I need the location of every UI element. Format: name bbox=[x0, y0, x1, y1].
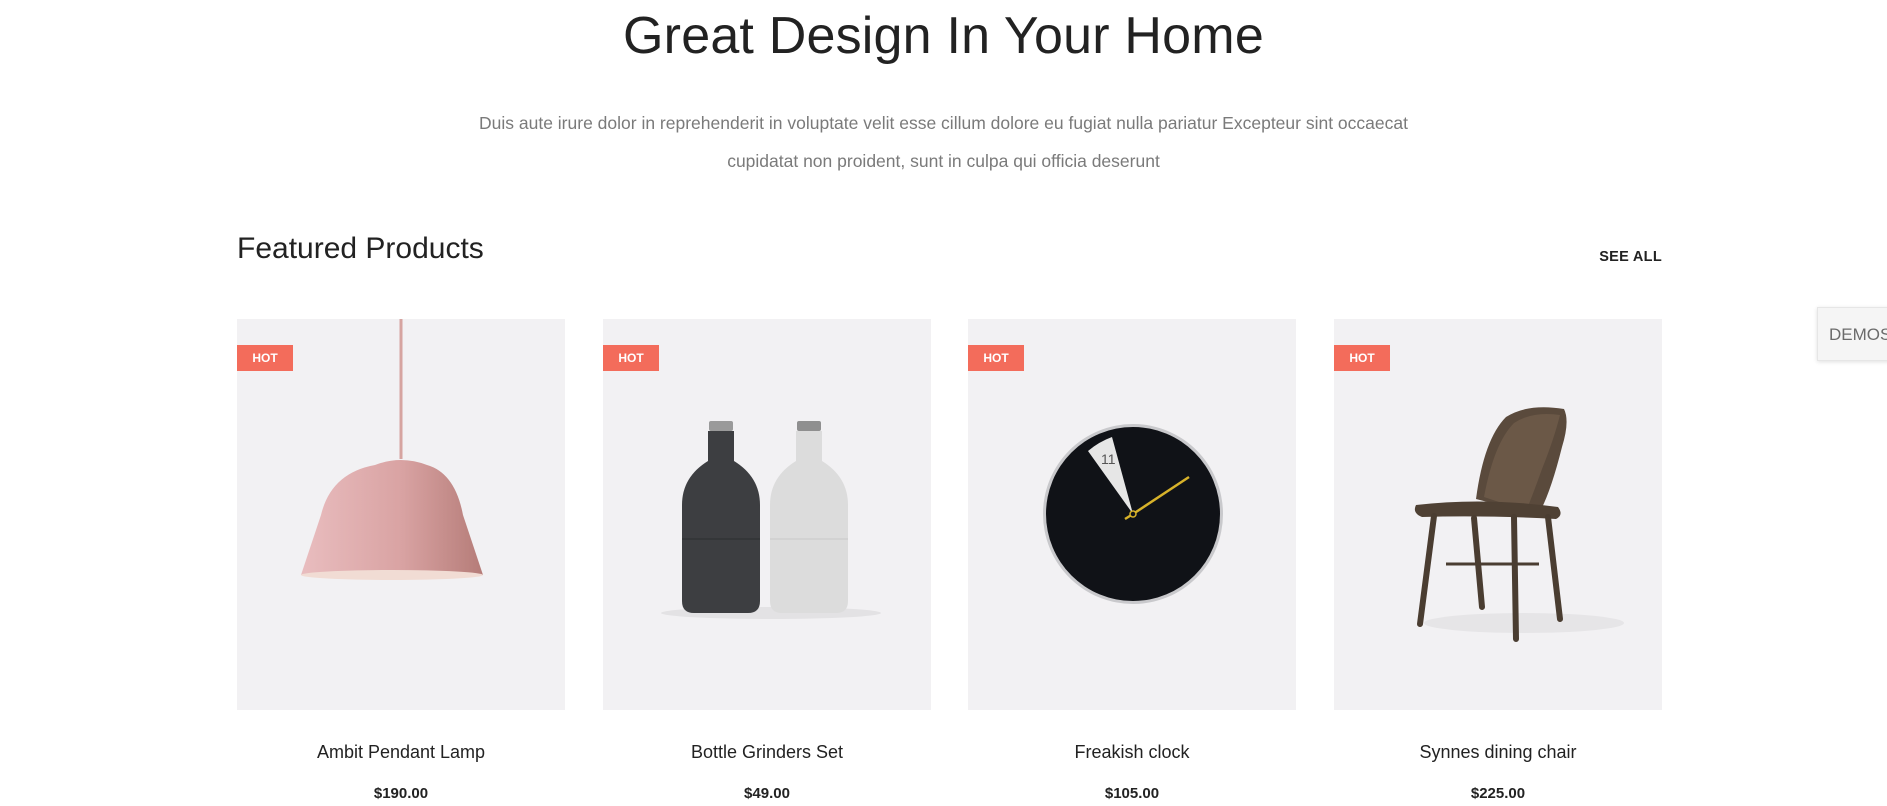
clock-image: 11 bbox=[1043, 424, 1223, 604]
product-name[interactable]: Freakish clock bbox=[968, 742, 1296, 763]
product-price: $49.00 bbox=[744, 785, 790, 802]
featured-products-title: Featured Products bbox=[237, 232, 484, 265]
product-name[interactable]: Ambit Pendant Lamp bbox=[237, 742, 565, 763]
product-card[interactable]: HOT Bottle Grinders Set $49.00 bbox=[603, 319, 931, 802]
product-name[interactable]: Synnes dining chair bbox=[1334, 742, 1662, 763]
product-card[interactable]: HOT Ambit Pendant Lamp $190.00 bbox=[237, 319, 565, 802]
hot-badge: HOT bbox=[237, 345, 293, 371]
product-image[interactable]: HOT bbox=[603, 319, 931, 710]
product-image[interactable]: 11 HOT bbox=[968, 319, 1296, 710]
product-image[interactable]: HOT bbox=[237, 319, 565, 710]
hero-title: Great Design In Your Home bbox=[623, 7, 1264, 65]
hot-badge: HOT bbox=[1334, 345, 1390, 371]
hot-badge: HOT bbox=[968, 345, 1024, 371]
product-image[interactable]: HOT bbox=[1334, 319, 1662, 710]
pendant-lamp-image bbox=[301, 319, 483, 580]
hero-description: Duis aute irure dolor in reprehenderit i… bbox=[479, 113, 1408, 171]
product-price: $105.00 bbox=[1104, 785, 1160, 802]
product-card[interactable]: HOT Synnes dining chair $225.00 bbox=[1334, 319, 1662, 802]
hot-badge: HOT bbox=[603, 345, 659, 371]
product-price: $190.00 bbox=[373, 785, 429, 802]
product-price: $225.00 bbox=[1470, 785, 1526, 802]
product-card[interactable]: 11 HOT Freakish clock $105.00 bbox=[968, 319, 1296, 802]
dining-chair-image bbox=[1414, 407, 1624, 642]
see-all-link[interactable]: SEE ALL bbox=[1599, 249, 1662, 265]
bottle-grinders-image bbox=[661, 421, 881, 619]
demos-tab[interactable]: DEMOS bbox=[1817, 307, 1887, 361]
clock-number: 11 bbox=[1101, 451, 1116, 467]
product-name[interactable]: Bottle Grinders Set bbox=[603, 742, 931, 763]
